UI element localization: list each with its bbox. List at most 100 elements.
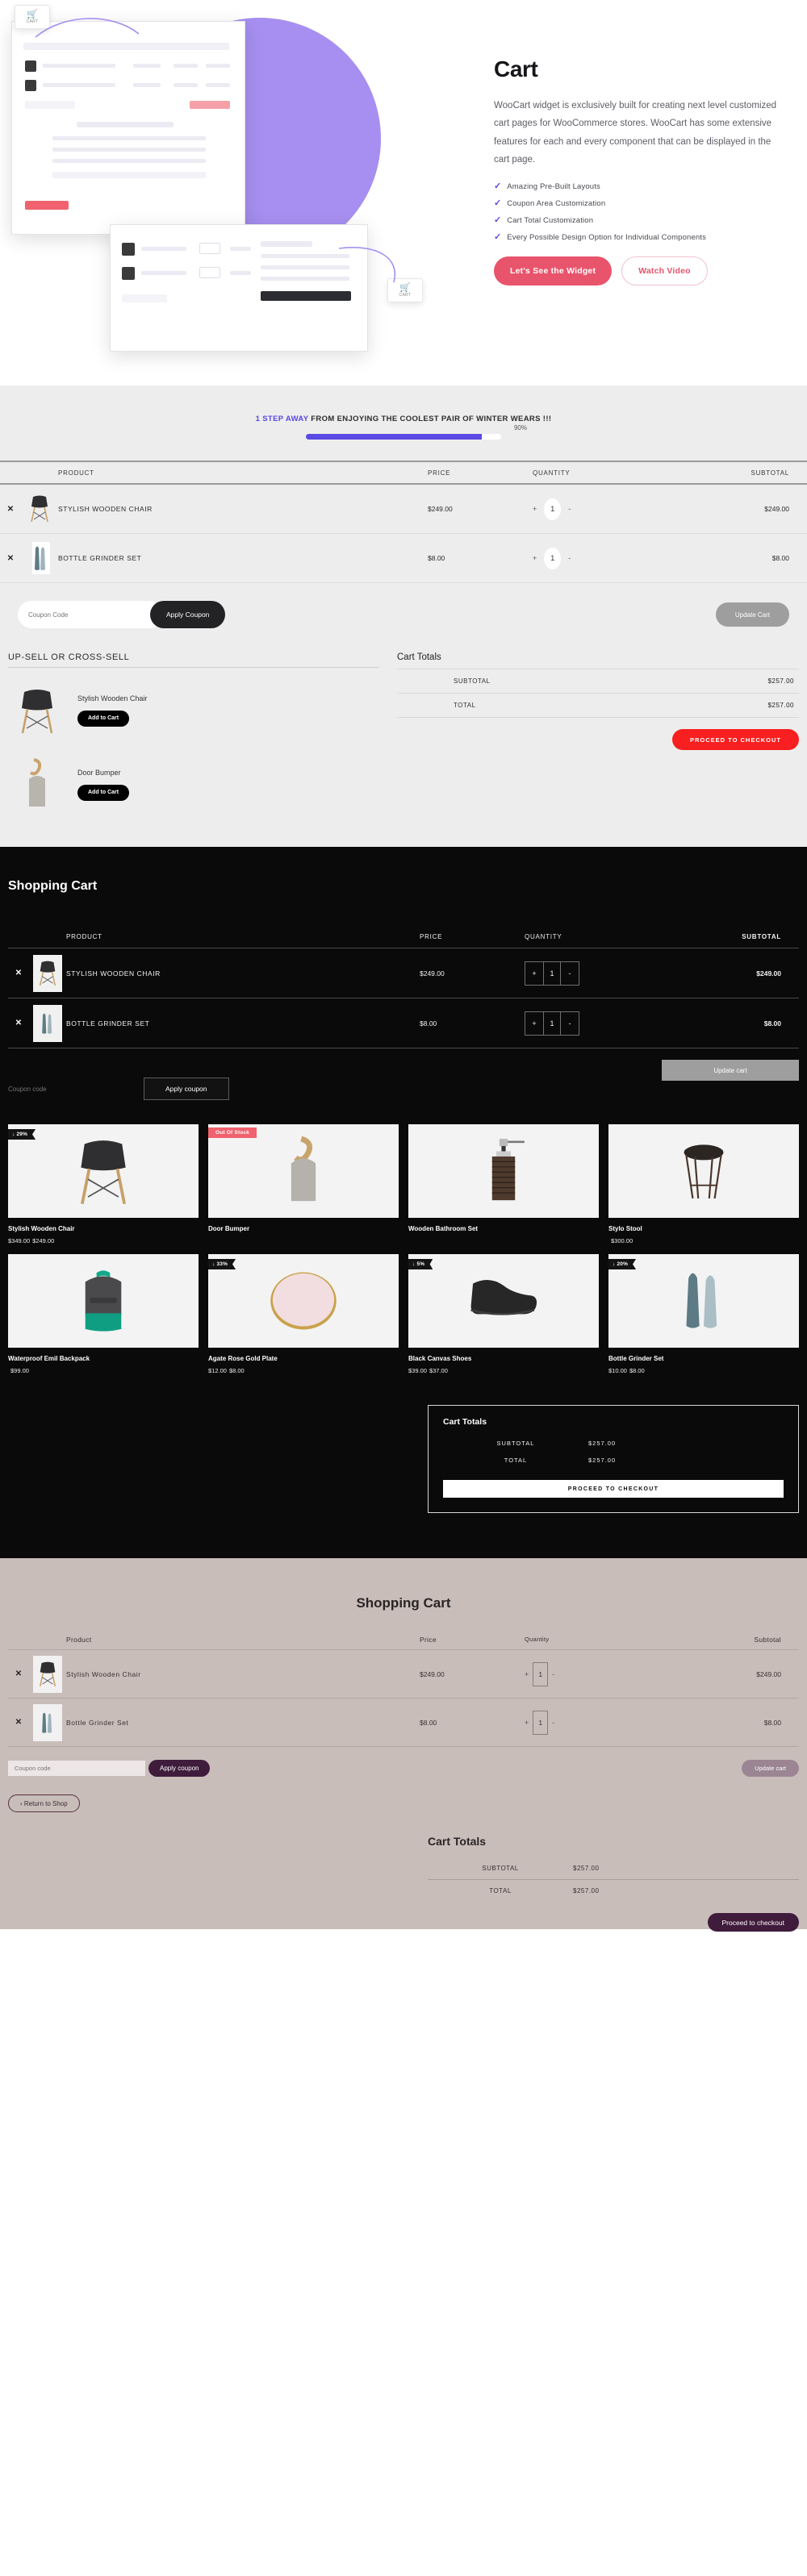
product-card[interactable]: Waterproof Emil Backpack $99.00	[8, 1254, 199, 1374]
table-header-row: PRODUCT PRICE QUANTITY SUBTOTAL	[8, 926, 799, 948]
product-thumbnail	[8, 753, 66, 816]
cart-totals-light: Cart Totals SUBTOTAL $257.00 TOTAL $257.…	[397, 652, 799, 816]
return-to-shop-button[interactable]: ‹ Return to Shop	[8, 1794, 80, 1812]
quantity-box: + 1 -	[525, 961, 579, 986]
coupon-input[interactable]	[8, 1761, 145, 1776]
quantity-increase-button[interactable]: +	[525, 1719, 529, 1727]
update-cart-button[interactable]: Update cart	[742, 1760, 799, 1777]
progress-message-text: FROM ENJOYING THE COOLEST PAIR OF WINTER…	[308, 415, 552, 423]
header-quantity: Quantity	[525, 1636, 550, 1643]
beige-cart-section: Shopping Cart Product Price Quantity Sub…	[0, 1558, 807, 1932]
table-row: ✕ Stylish Wooden Chair $249.00 + 1 - $24…	[8, 1650, 799, 1699]
product-subtotal: $249.00	[756, 969, 781, 977]
product-image	[408, 1124, 599, 1218]
totals-row: SUBTOTAL $257.00	[443, 1435, 784, 1452]
quantity-decrease-button[interactable]: -	[552, 1719, 554, 1727]
product-subtotal: $249.00	[764, 505, 789, 513]
table-header-row: PRODUCT PRICE QUANTITY SUBTOTAL	[0, 461, 807, 485]
product-card[interactable]: ↓ 29% Stylish Wooden Chair $349.00 $249.0…	[8, 1124, 199, 1244]
remove-item-button[interactable]: ✕	[8, 1019, 29, 1027]
out-of-stock-badge: Out Of Stock	[208, 1128, 257, 1138]
product-price: $300.00	[608, 1237, 799, 1244]
list-item: Stylish Wooden Chair Add to Cart	[8, 679, 379, 742]
quantity-decrease-button[interactable]: -	[561, 962, 579, 985]
check-icon: ✓	[494, 181, 502, 191]
totals-label: SUBTOTAL	[496, 1440, 535, 1447]
update-cart-button[interactable]: Update Cart	[715, 602, 789, 627]
product-card[interactable]: ↓ 20% Bottle Grinder Set $10.00 $8.00	[608, 1254, 799, 1374]
product-price: $12.00 $8.00	[208, 1367, 399, 1374]
product-old-price: $39.00	[408, 1367, 427, 1374]
totals-label: TOTAL	[489, 1887, 512, 1894]
product-card[interactable]: ↓ 5% Black Canvas Shoes $39.00 $37.00	[408, 1254, 599, 1374]
proceed-to-checkout-button[interactable]: PROCEED TO CHECKOUT	[443, 1480, 784, 1498]
product-card[interactable]: Wooden Bathroom Set	[408, 1124, 599, 1244]
quantity-decrease-button[interactable]: -	[568, 554, 571, 562]
product-card[interactable]: Out Of Stock Door Bumper	[208, 1124, 399, 1244]
quantity-input[interactable]: 1	[544, 547, 562, 569]
remove-item-button[interactable]: ✕	[0, 505, 21, 514]
apply-coupon-button[interactable]: Apply coupon	[144, 1078, 229, 1100]
quantity-decrease-button[interactable]: -	[568, 505, 571, 513]
totals-value: $257.00	[767, 702, 794, 709]
product-card[interactable]: Stylo Stool $300.00	[608, 1124, 799, 1244]
quantity-decrease-button[interactable]: -	[561, 1012, 579, 1035]
totals-label: TOTAL	[504, 1457, 528, 1464]
product-image: ↓ 33%	[208, 1254, 399, 1348]
quantity-group: + 1 -	[525, 1710, 554, 1735]
totals-value: $257.00	[588, 1440, 617, 1447]
sale-badge: ↓ 5%	[408, 1259, 433, 1269]
quantity-increase-button[interactable]: +	[533, 505, 537, 513]
remove-item-button[interactable]: ✕	[0, 554, 21, 563]
quantity-input[interactable]: 1	[543, 961, 561, 985]
add-to-cart-button[interactable]: Add to Cart	[77, 710, 130, 727]
table-row: ✕ BOTTLE GRINDER SET $8.00 + 1 - $8.00	[0, 534, 807, 583]
product-name: STYLISH WOODEN CHAIR	[58, 505, 153, 513]
watch-video-button[interactable]: Watch Video	[621, 256, 708, 286]
add-to-cart-button[interactable]: Add to Cart	[77, 784, 130, 801]
coupon-row-light: Apply Coupon Update Cart	[0, 601, 807, 628]
header-product: PRODUCT	[58, 469, 94, 477]
product-name: Stylo Stool	[608, 1225, 642, 1232]
quantity-input[interactable]: 1	[543, 1011, 561, 1035]
apply-coupon-button[interactable]: Apply coupon	[148, 1760, 211, 1777]
progress-accent-text: 1 STEP AWAY	[255, 415, 309, 423]
hero-description: WooCart widget is exclusively built for …	[494, 101, 777, 165]
hero-copy: Cart WooCart widget is exclusively built…	[494, 56, 784, 286]
product-new-price: $8.00	[228, 1367, 245, 1374]
product-image: ↓ 20%	[608, 1254, 799, 1348]
totals-row: TOTAL $257.00	[397, 693, 799, 717]
quantity-group: + 1 -	[525, 1661, 554, 1686]
product-price: $249.00	[428, 505, 453, 513]
quantity-increase-button[interactable]: +	[525, 1012, 543, 1035]
quantity-input[interactable]: 1	[544, 498, 562, 520]
quantity-increase-button[interactable]: +	[525, 962, 543, 985]
see-the-widget-button[interactable]: Let's See the Widget	[494, 256, 613, 286]
coupon-input[interactable]	[18, 601, 163, 628]
coupon-input[interactable]	[8, 1078, 144, 1099]
quantity-increase-button[interactable]: +	[525, 1670, 529, 1678]
cart-totals-dark: Cart Totals SUBTOTAL $257.00 TOTAL $257.…	[428, 1405, 799, 1513]
quantity-decrease-button[interactable]: -	[552, 1670, 554, 1678]
product-card[interactable]: ↓ 33% Agate Rose Gold Plate $12.00 $8.00	[208, 1254, 399, 1374]
product-old-price: $349.00	[8, 1237, 31, 1244]
product-thumbnail	[21, 494, 58, 524]
remove-item-button[interactable]: ✕	[8, 1669, 29, 1678]
remove-item-button[interactable]: ✕	[8, 969, 29, 977]
totals-row: SUBTOTAL $257.00	[397, 669, 799, 693]
free-shipping-progress: 1 STEP AWAY FROM ENJOYING THE COOLEST PA…	[0, 415, 807, 440]
quantity-input[interactable]: 1	[533, 1710, 549, 1735]
update-cart-button[interactable]: Update cart	[662, 1060, 799, 1081]
product-subtotal: $249.00	[756, 1669, 781, 1678]
quantity-input[interactable]: 1	[533, 1661, 549, 1686]
quantity-increase-button[interactable]: +	[533, 554, 537, 562]
remove-item-button[interactable]: ✕	[8, 1718, 29, 1727]
upsell-panel: UP-SELL OR CROSS-SELL Stylish Wooden Cha…	[8, 652, 379, 816]
product-new-price: $300.00	[611, 1237, 633, 1244]
apply-coupon-button[interactable]: Apply Coupon	[150, 601, 226, 628]
header-price: PRICE	[420, 933, 443, 940]
product-subtotal: $8.00	[763, 1019, 781, 1027]
proceed-to-checkout-button[interactable]: Proceed to checkout	[707, 1913, 799, 1932]
progress-fill	[306, 434, 482, 440]
proceed-to-checkout-button[interactable]: PROCEED TO CHECKOUT	[671, 729, 799, 750]
